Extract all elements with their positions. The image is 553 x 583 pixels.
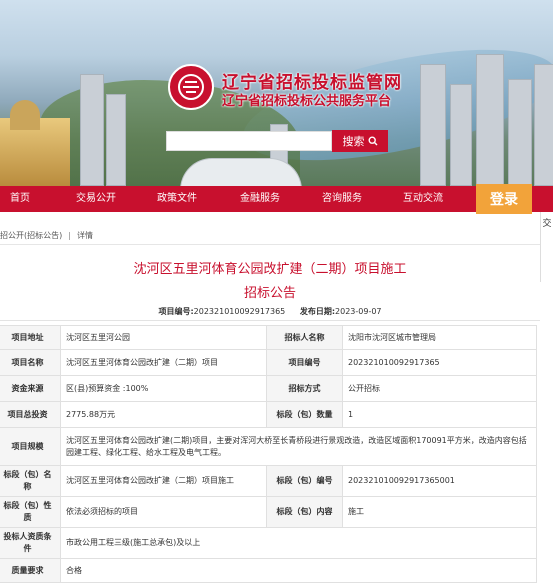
side-float-tab[interactable]: 交: [540, 212, 553, 282]
divider: [0, 320, 540, 321]
table-value: 沈河区五里河体育公园改扩建(二期)项目，主要对浑河大桥至长青桥段进行景观改造，改…: [60, 427, 537, 466]
announcement-meta: 项目编号:202321010092917365 发布日期:2023-09-07: [0, 306, 540, 317]
nav-item-interaction[interactable]: 互动交流: [403, 186, 443, 212]
nav-item-trading[interactable]: 交易公开: [76, 186, 116, 212]
search-button-label: 搜索: [342, 135, 365, 148]
table-row: 项目规模 沈河区五里河体育公园改扩建(二期)项目，主要对浑河大桥至长青桥段进行景…: [0, 427, 537, 466]
nav-item-home[interactable]: 首页: [10, 186, 30, 212]
breadcrumb-section[interactable]: 招公开(招标公告): [0, 231, 62, 240]
table-value: 1: [342, 401, 537, 428]
site-subtitle: 辽宁省招标投标公共服务平台: [222, 94, 392, 109]
table-label: 项目地址: [0, 325, 61, 350]
banner-stadium-image: [180, 158, 302, 186]
table-row: 质量要求 合格: [0, 558, 537, 583]
nav-item-consulting[interactable]: 咨询服务: [322, 186, 362, 212]
login-button[interactable]: 登录: [476, 184, 532, 214]
table-value: 合格: [60, 558, 537, 583]
table-value: 202321010092917365001: [342, 465, 537, 497]
table-label: 标段（包）编号: [266, 465, 343, 497]
banner-tower-top: [10, 100, 40, 130]
table-value: 沈河区五里河公园: [60, 325, 267, 350]
table-label: 项目编号: [266, 349, 343, 376]
search-button[interactable]: 搜索: [332, 130, 388, 152]
table-label: 项目总投资: [0, 401, 61, 428]
banner-building: [450, 84, 472, 186]
nav-item-finance[interactable]: 金融服务: [240, 186, 280, 212]
table-value: 沈河区五里河体育公园改扩建（二期）项目: [60, 349, 267, 376]
table-value: 2775.88万元: [60, 401, 267, 428]
banner-building: [508, 79, 532, 186]
logo-emblem-icon: [178, 74, 204, 100]
project-no-value: 202321010092917365: [193, 307, 286, 316]
table-label: 招标方式: [266, 375, 343, 402]
table-value: 施工: [342, 496, 537, 528]
table-row: 标段（包）性质 依法必须招标的项目 标段（包）内容 施工: [0, 496, 537, 528]
seal-logo-icon[interactable]: [168, 64, 214, 110]
table-row: 资金来源 区(县)预算资金 :100% 招标方式 公开招标: [0, 375, 537, 402]
table-value: 市政公用工程三级(施工总承包)及以上: [60, 527, 537, 559]
banner-building: [420, 64, 446, 186]
table-label: 资金来源: [0, 375, 61, 402]
table-label: 投标人资质条件: [0, 527, 61, 559]
table-value: 沈河区五里河体育公园改扩建（二期）项目施工: [60, 465, 267, 497]
table-row: 项目名称 沈河区五里河体育公园改扩建（二期）项目 项目编号 2023210100…: [0, 349, 537, 376]
table-label: 项目规模: [0, 427, 61, 466]
nav-item-policy[interactable]: 政策文件: [157, 186, 197, 212]
announcement-subtitle: 招标公告: [243, 286, 296, 301]
table-value: 沈阳市沈河区城市管理局: [342, 325, 537, 350]
search-input[interactable]: [166, 131, 332, 151]
table-value: 依法必须招标的项目: [60, 496, 267, 528]
table-value: 区(县)预算资金 :100%: [60, 375, 267, 402]
table-label: 标段（包）内容: [266, 496, 343, 528]
table-label: 标段（包）数量: [266, 401, 343, 428]
breadcrumb: 招公开(招标公告) | 详情: [0, 228, 540, 245]
table-value: 202321010092917365: [342, 349, 537, 376]
publish-date-value: 2023-09-07: [335, 307, 382, 316]
table-row: 项目总投资 2775.88万元 标段（包）数量 1: [0, 401, 537, 428]
table-label: 标段（包）名称: [0, 465, 61, 497]
table-label: 项目名称: [0, 349, 61, 376]
table-row: 标段（包）名称 沈河区五里河体育公园改扩建（二期）项目施工 标段（包）编号 20…: [0, 465, 537, 497]
banner-building: [106, 94, 126, 186]
publish-date-label: 发布日期:: [299, 307, 336, 316]
table-row: 项目地址 沈河区五里河公园 招标人名称 沈阳市沈河区城市管理局: [0, 325, 537, 350]
project-no-label: 项目编号:: [158, 307, 194, 316]
table-value: 公开招标: [342, 375, 537, 402]
table-row: 投标人资质条件 市政公用工程三级(施工总承包)及以上: [0, 527, 537, 559]
breadcrumb-current: 详情: [76, 231, 93, 240]
table-label: 招标人名称: [266, 325, 343, 350]
table-label: 质量要求: [0, 558, 61, 583]
banner-building: [80, 74, 104, 186]
banner-building: [534, 64, 553, 186]
table-label: 标段（包）性质: [0, 496, 61, 528]
banner-building: [476, 54, 504, 186]
breadcrumb-separator: |: [68, 231, 71, 240]
search-icon: [367, 136, 377, 146]
project-info-table: 项目地址 沈河区五里河公园 招标人名称 沈阳市沈河区城市管理局 项目名称 沈河区…: [0, 325, 537, 583]
main-nav: 首页 交易公开 政策文件 金融服务 咨询服务 互动交流: [0, 186, 553, 212]
announcement-title: 沈河区五里河体育公园改扩建（二期）项目施工: [133, 262, 407, 277]
